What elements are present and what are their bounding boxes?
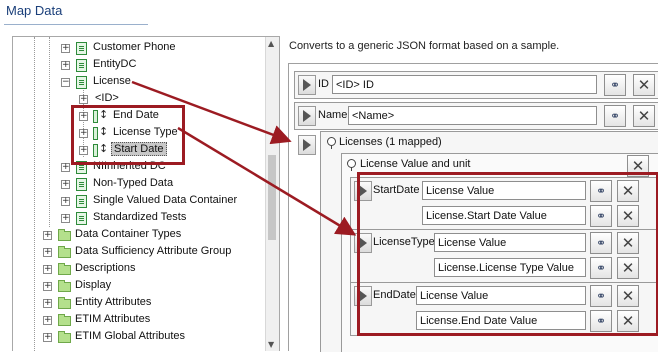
tree-item-data-container-types[interactable]: + Data Container Types <box>13 227 265 244</box>
expand-icon[interactable]: + <box>43 282 52 291</box>
annotation-box-tree-attributes <box>71 105 185 165</box>
tree-item-entitydc[interactable]: + EntityDC <box>13 57 265 74</box>
expand-icon[interactable]: + <box>61 163 70 172</box>
expand-icon[interactable]: + <box>61 180 70 189</box>
tree-item-entity-attributes[interactable]: + Entity Attributes <box>13 295 265 312</box>
id-label: ID <box>318 78 329 90</box>
expand-icon[interactable]: + <box>79 95 88 104</box>
tree-item-etim-attributes[interactable]: + ETIM Attributes <box>13 312 265 329</box>
folder-icon <box>58 331 71 343</box>
tree-item-label: <ID> <box>95 92 119 104</box>
folder-icon <box>58 297 71 309</box>
expand-icon[interactable]: + <box>43 316 52 325</box>
tree-item-descriptions[interactable]: + Descriptions <box>13 261 265 278</box>
name-mapping-row: Name <Name> ⚭ ✕ <box>294 102 658 130</box>
id-mapping-row: ID <ID> ID ⚭ ✕ <box>294 71 658 99</box>
folder-icon <box>58 280 71 292</box>
data-container-icon <box>76 42 87 55</box>
link-icon[interactable]: ⚭ <box>604 74 626 96</box>
tree-item-label: Customer Phone <box>93 41 176 53</box>
expand-icon[interactable]: + <box>43 299 52 308</box>
annotation-box-mappings <box>357 172 658 336</box>
tree-item-label: EntityDC <box>93 58 137 70</box>
expand-icon[interactable]: + <box>43 248 52 257</box>
id-value-field[interactable]: <ID> ID <box>332 75 597 94</box>
tree-item-label: Data Container Types <box>75 228 182 240</box>
collapse-icon[interactable]: − <box>61 78 70 87</box>
scroll-up-icon[interactable]: ▲ <box>268 39 274 48</box>
expand-icon[interactable]: + <box>61 61 70 70</box>
data-container-icon <box>76 178 87 191</box>
name-value-field[interactable]: <Name> <box>348 106 597 125</box>
data-container-icon <box>76 212 87 225</box>
tree-item-label: Single Valued Data Container <box>93 194 238 206</box>
tree-scrollbar[interactable]: ▲ ▼ <box>265 37 279 351</box>
tree-item-single-valued-data-container[interactable]: + Single Valued Data Container <box>13 193 265 210</box>
tree-item-label: Entity Attributes <box>75 296 152 308</box>
tree-item-data-sufficiency-attribute-group[interactable]: + Data Sufficiency Attribute Group <box>13 244 265 261</box>
scrollbar-thumb[interactable] <box>268 155 276 240</box>
dialog-title: Map Data <box>6 3 63 18</box>
tree-item-display[interactable]: + Display <box>13 278 265 295</box>
data-container-icon <box>76 76 87 89</box>
expand-icon[interactable]: + <box>61 44 70 53</box>
remove-icon[interactable]: ✕ <box>633 105 655 127</box>
folder-icon <box>58 229 71 241</box>
tree-item-label: Non-Typed Data <box>93 177 174 189</box>
expand-icon[interactable]: + <box>43 265 52 274</box>
title-divider <box>4 24 148 25</box>
licenses-group-label: Licenses (1 mapped) <box>339 136 442 148</box>
expand-icon[interactable]: + <box>61 197 70 206</box>
expand-icon[interactable]: + <box>61 214 70 223</box>
folder-icon <box>58 263 71 275</box>
expand-icon[interactable]: + <box>43 231 52 240</box>
name-label: Name <box>318 109 348 121</box>
tree-item-label: Data Sufficiency Attribute Group <box>75 245 232 257</box>
tree-item-label: ETIM Global Attributes <box>75 330 186 342</box>
tree-item-non-typed-data[interactable]: + Non-Typed Data <box>13 176 265 193</box>
expand-icon[interactable]: + <box>43 333 52 342</box>
mapper-description: Converts to a generic JSON format based … <box>289 40 560 52</box>
data-container-icon <box>76 195 87 208</box>
tree-item-label: Descriptions <box>75 262 136 274</box>
lightbulb-icon <box>327 137 336 149</box>
tree-item-license[interactable]: − License <box>13 74 265 91</box>
folder-icon <box>58 314 71 326</box>
tree-item-label: ETIM Attributes <box>75 313 151 325</box>
tree-item-customer-phone[interactable]: + Customer Phone <box>13 40 265 57</box>
data-container-icon <box>76 59 87 72</box>
tree-item-label: Standardized Tests <box>93 211 187 223</box>
remove-icon[interactable]: ✕ <box>633 74 655 96</box>
attribute-tree[interactable]: + Customer Phone + EntityDC − License + … <box>12 36 280 351</box>
map-play-icon[interactable] <box>298 106 316 126</box>
tree-item-label: License <box>93 75 131 87</box>
tree-item-label: Display <box>75 279 112 291</box>
map-play-icon[interactable] <box>298 75 316 95</box>
scroll-down-icon[interactable]: ▼ <box>268 340 274 349</box>
folder-icon <box>58 246 71 258</box>
map-play-icon[interactable] <box>298 135 316 155</box>
tree-item-standardized-tests[interactable]: + Standardized Tests <box>13 210 265 227</box>
tree-item-etim-global-attributes[interactable]: + ETIM Global Attributes <box>13 329 265 346</box>
link-icon[interactable]: ⚭ <box>604 105 626 127</box>
lightbulb-icon <box>347 159 356 171</box>
value-unit-label: License Value and unit <box>360 158 471 170</box>
